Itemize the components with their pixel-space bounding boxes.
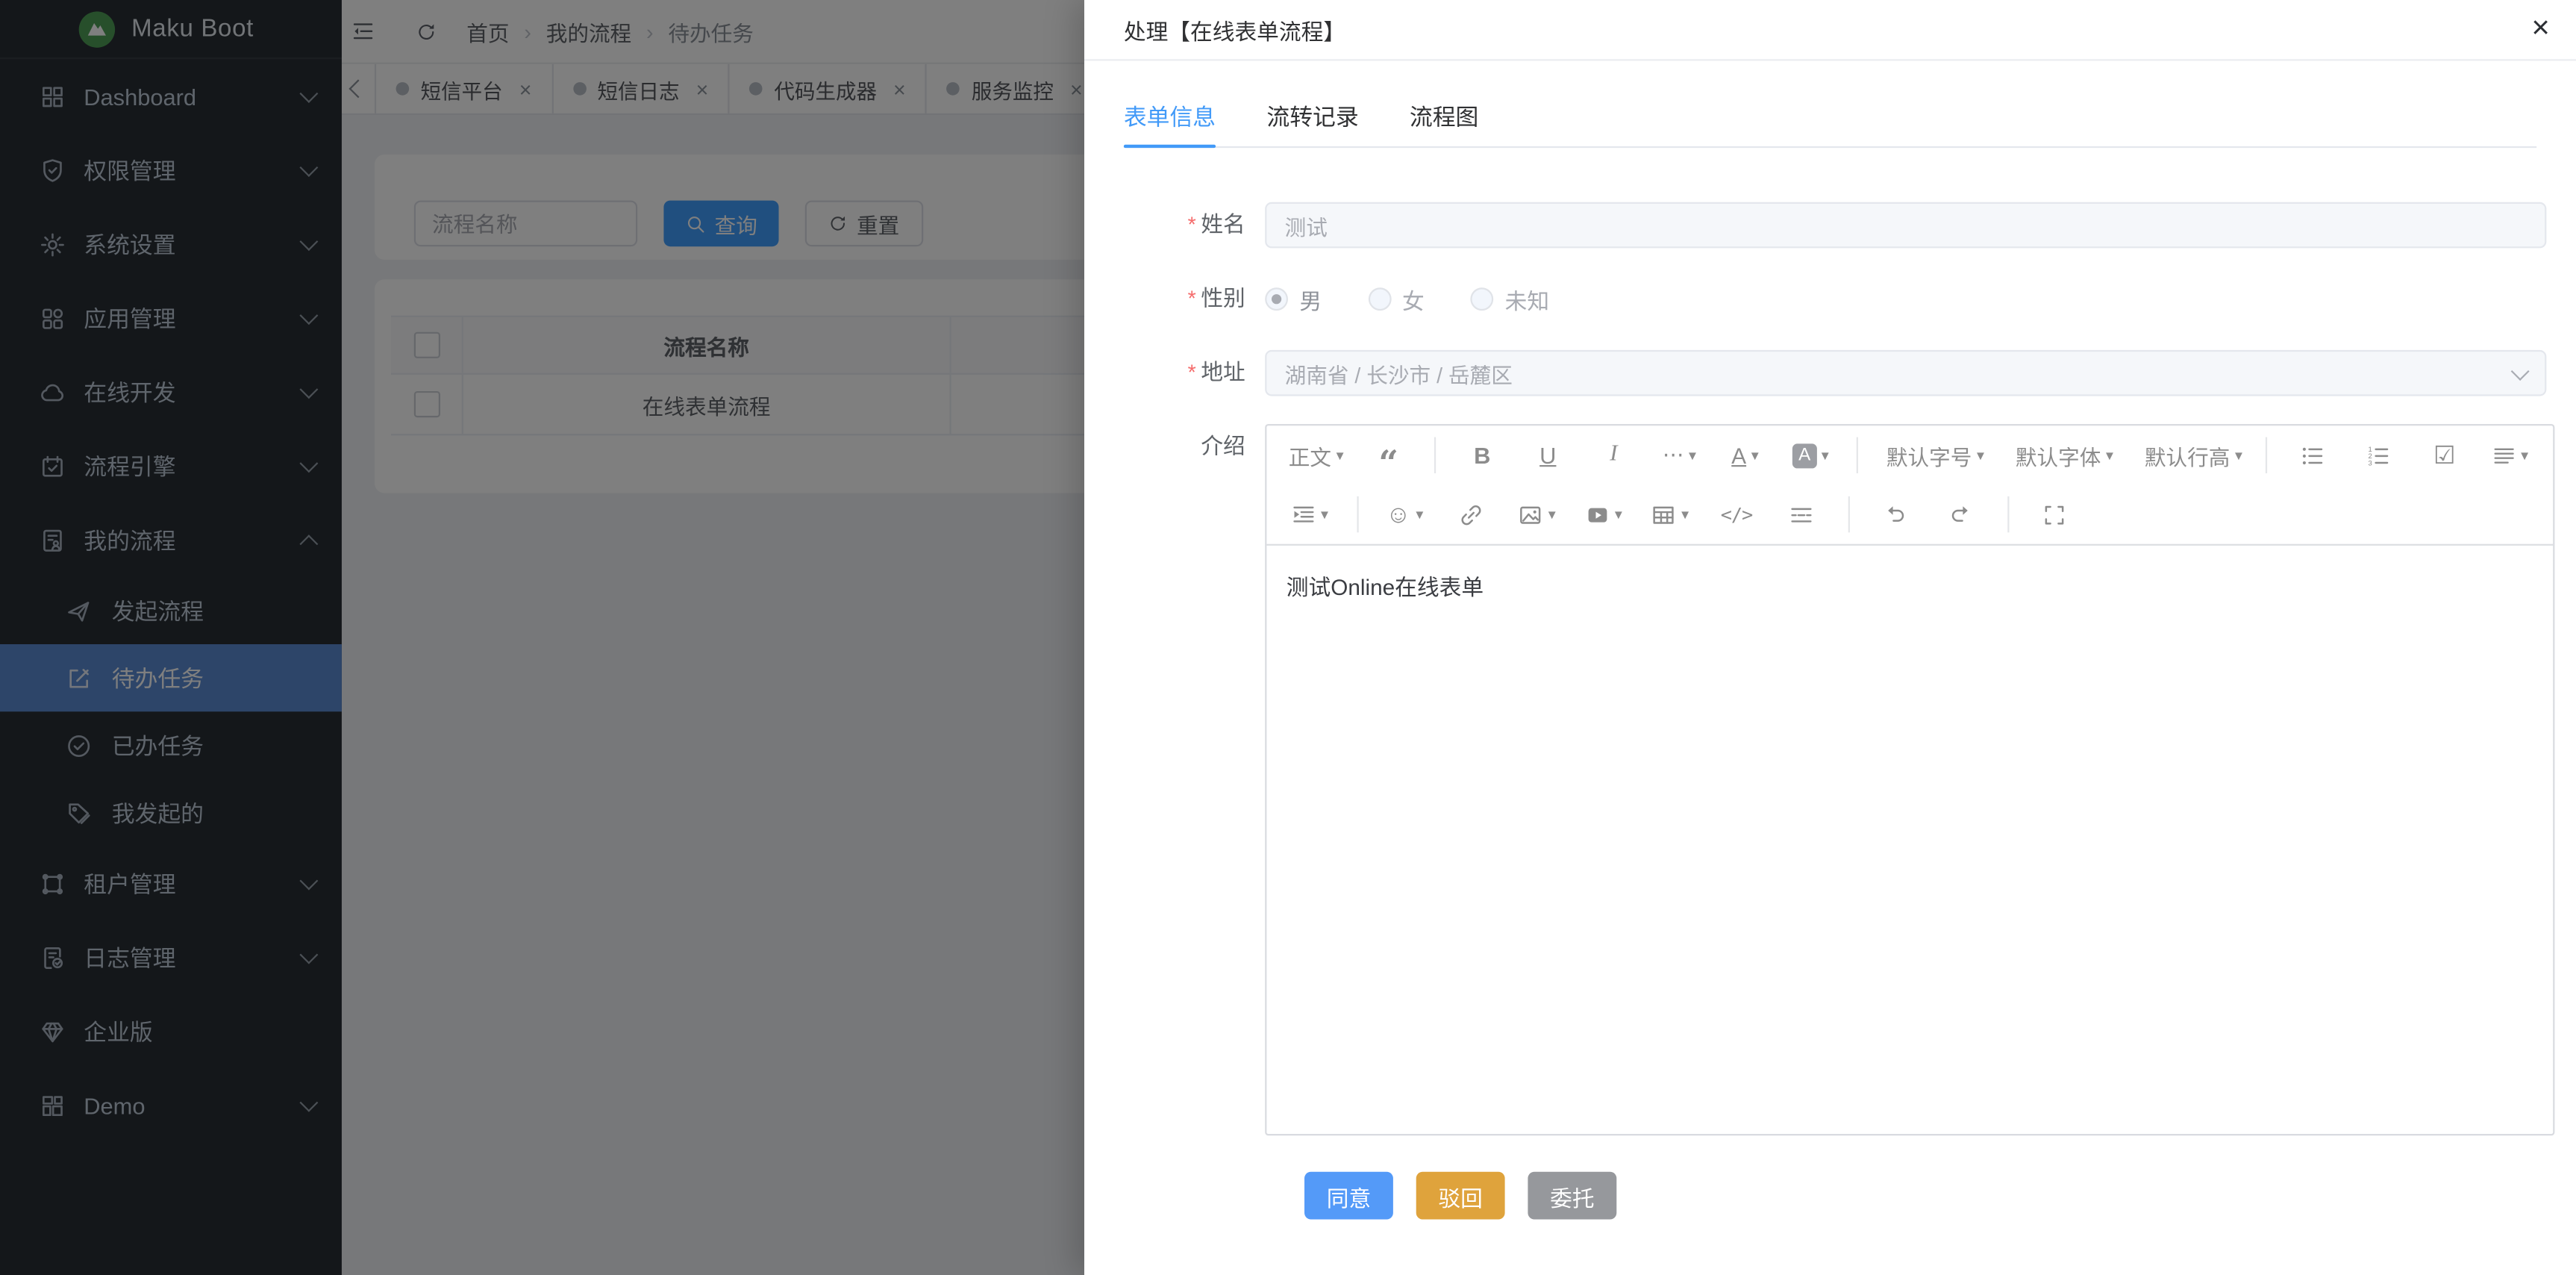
radio-icon [1470,287,1493,311]
drawer-tabs: 表单信息 流转记录 流程图 [1124,85,2536,148]
form-row-intro: 介绍 正文▾ “ B U I ⋯▾ A▾ [1124,424,2576,1135]
indent-dropdown[interactable]: ▾ [1285,493,1335,535]
editor-toolbar-row-1: 正文▾ “ B U I ⋯▾ A▾ A▾ 默认字号▾ [1277,425,2543,484]
divider-icon[interactable] [1778,493,1827,535]
intro-label: 介绍 [1124,424,1245,1135]
radio-male: 男 [1265,283,1322,316]
drawer-body: *姓名 *性别 男 女 [1084,149,2576,1275]
todo-list-icon[interactable]: ☑ [2420,434,2469,476]
numbered-list-icon[interactable] [2354,434,2404,476]
address-label: *地址 [1124,350,1245,396]
radio-label: 未知 [1505,283,1549,316]
required-asterisk: * [1188,360,1196,384]
drawer-title: 处理【在线表单流程】 [1124,13,1345,46]
rich-text-editor: 正文▾ “ B U I ⋯▾ A▾ A▾ 默认字号▾ [1265,424,2554,1135]
name-label: *姓名 [1124,202,1245,249]
required-asterisk: * [1188,212,1196,237]
video-dropdown[interactable]: ▾ [1578,493,1628,535]
editor-content[interactable]: 测试Online在线表单 [1266,546,2553,1134]
radio-female: 女 [1368,283,1425,316]
table-dropdown[interactable]: ▾ [1645,493,1695,535]
form-row-gender: *性别 男 女 未知 [1124,276,2576,322]
fullscreen-icon[interactable] [2031,493,2080,535]
drawer-footer: 同意 驳回 委托 [1304,1172,2576,1220]
radio-icon [1368,287,1391,311]
underline-icon[interactable]: U [1523,434,1572,476]
emoji-dropdown[interactable]: ☺▾ [1379,493,1430,535]
align-dropdown[interactable]: ▾ [2486,434,2535,476]
tab-form-info[interactable]: 表单信息 [1124,85,1216,146]
font-color-dropdown[interactable]: A▾ [1720,434,1769,476]
active-tab-underline [1124,144,1216,149]
required-asterisk: * [1188,286,1196,311]
tab-flow-diagram[interactable]: 流程图 [1410,85,1478,146]
code-block-icon[interactable]: </> [1712,493,1761,535]
bold-icon[interactable]: B [1457,434,1507,476]
radio-label: 男 [1299,283,1322,316]
tab-flow-records[interactable]: 流转记录 [1266,85,1358,146]
form-row-address: *地址 湖南省 / 长沙市 / 岳麓区 [1124,350,2576,396]
reject-button[interactable]: 驳回 [1416,1172,1505,1220]
radio-label: 女 [1402,283,1425,316]
more-styles-dropdown[interactable]: ⋯▾ [1654,434,1704,476]
close-icon[interactable]: × [2531,11,2549,47]
font-family-dropdown[interactable]: 默认字体▾ [2014,434,2116,476]
font-size-dropdown[interactable]: 默认字号▾ [1885,434,1986,476]
blockquote-icon[interactable]: “ [1364,434,1413,476]
form-row-name: *姓名 [1124,202,2576,249]
drawer-header: 处理【在线表单流程】 [1084,0,2576,60]
gender-radio-group: 男 女 未知 [1265,276,2546,322]
image-dropdown[interactable]: ▾ [1512,493,1562,535]
delegate-button[interactable]: 委托 [1528,1172,1616,1220]
editor-toolbar-row-2: ▾ ☺▾ ▾ ▾ ▾ </> [1277,484,2543,543]
undo-icon[interactable] [1872,493,1921,535]
bg-color-dropdown[interactable]: A▾ [1786,434,1836,476]
chevron-down-icon [2511,361,2530,380]
address-select: 湖南省 / 长沙市 / 岳麓区 [1265,350,2546,396]
app-root: Maku Boot Dashboard 权限管理 系统设置 应用管理 [0,0,2576,1275]
link-icon[interactable] [1446,493,1495,535]
task-drawer: 处理【在线表单流程】 × 表单信息 流转记录 流程图 *姓名 *性别 男 [1084,0,2576,1275]
radio-checked-icon [1265,287,1288,311]
redo-icon[interactable] [1937,493,1986,535]
gender-label: *性别 [1124,276,1245,322]
name-field [1265,202,2546,249]
agree-button[interactable]: 同意 [1304,1172,1393,1220]
address-value: 湖南省 / 长沙市 / 岳麓区 [1285,358,1513,389]
editor-toolbar: 正文▾ “ B U I ⋯▾ A▾ A▾ 默认字号▾ [1266,425,2553,546]
paragraph-style-dropdown[interactable]: 正文▾ [1285,434,1348,476]
line-height-dropdown[interactable]: 默认行高▾ [2143,434,2245,476]
bullet-list-icon[interactable] [2289,434,2338,476]
italic-icon[interactable]: I [1589,434,1638,476]
stage: Maku Boot Dashboard 权限管理 系统设置 应用管理 [0,0,2576,1275]
radio-unknown: 未知 [1470,283,1549,316]
